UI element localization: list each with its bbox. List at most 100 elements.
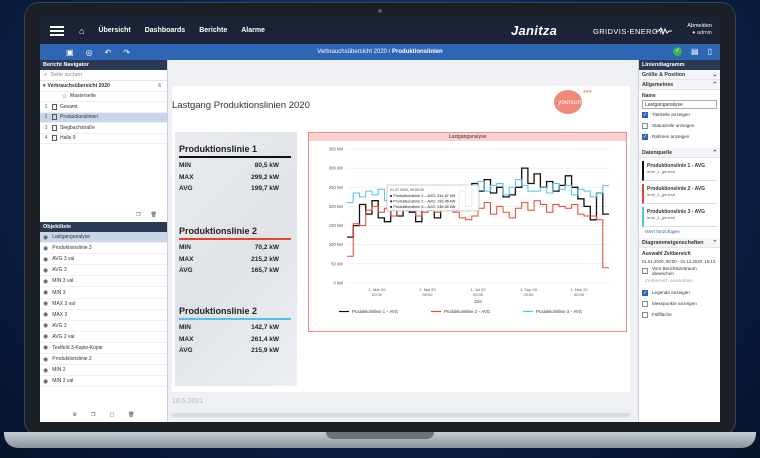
check-show-status[interactable]: Statuszeile anzeigen <box>639 120 720 131</box>
eye-icon[interactable]: ◉ <box>43 333 48 340</box>
object-item[interactable]: ◉ Produktionslinie 3 <box>40 243 167 255</box>
report-title[interactable]: Lastgang Produktionslinien 2020 <box>172 100 310 111</box>
delete-icon[interactable]: 🗑 <box>128 412 134 421</box>
company-logo[interactable]: yourcompany • • • <box>554 85 610 115</box>
line-1-stats[interactable]: Produktionslinie 1 MIN 80,5 kW MAX 299,2 k… <box>175 144 297 197</box>
legend-label: Produktionslinie 3 – AVG <box>536 309 582 314</box>
check-period-deviate[interactable]: Vom Berichtszeitraum abweichen <box>639 265 720 276</box>
eye-icon[interactable]: ◉ <box>43 278 48 285</box>
add-value-link[interactable]: Wert hinzufügen <box>639 227 720 238</box>
copy-icon[interactable]: ❐ <box>91 412 95 421</box>
eye-icon[interactable]: ◉ <box>43 256 48 263</box>
settings-icon[interactable]: ⚙ <box>72 412 76 421</box>
tree-item-production-lines[interactable]: 2 Produktionslinien <box>40 112 167 123</box>
duplicate-icon[interactable]: ▢ <box>109 412 114 421</box>
export-icon[interactable]: ▤ <box>691 47 699 56</box>
checkbox[interactable] <box>642 311 648 318</box>
object-list-header: Objektliste <box>40 222 167 232</box>
nav-overview[interactable]: Übersicht <box>98 27 130 34</box>
eye-icon[interactable]: ◉ <box>43 245 48 252</box>
object-item[interactable]: ◉ MIN 3 val <box>40 276 167 288</box>
tree-item-master[interactable]: ✩ Masterseite <box>40 92 167 102</box>
section-diagram-props[interactable]: Diagrammeigenschaften ⌃ <box>639 238 720 248</box>
eye-icon[interactable]: ◉ <box>43 356 48 363</box>
eye-icon[interactable]: ◉ <box>43 300 48 307</box>
check-show-title[interactable]: ✓ Titelzeile anzeigen <box>639 109 720 120</box>
object-item[interactable]: ◉ AVG 2 val <box>40 332 167 343</box>
eye-icon[interactable]: ◉ <box>43 322 48 329</box>
page-search-input[interactable]: ⌕ Seite suchen <box>40 70 167 81</box>
logout-button[interactable]: Abmelden <box>687 23 712 30</box>
menu-icon[interactable] <box>50 25 64 36</box>
checkbox[interactable] <box>642 122 648 129</box>
chevron-down-icon[interactable]: ▾ <box>43 83 46 89</box>
stat-min: MIN 80,5 kW <box>179 162 279 169</box>
select-period-link[interactable]: Zeitbereich auswählen <box>639 276 720 287</box>
eye-icon[interactable]: ◉ <box>43 344 48 351</box>
datasource-item[interactable]: Produktionslinie 2 - AVG level_1_general <box>642 184 717 204</box>
object-item[interactable]: ◉ MAX 3 val <box>40 299 167 310</box>
chart-plot: 0 kW 50 kW 100 kW 150 kW 200 kW 250 kW 300 kW 3… <box>329 147 609 314</box>
home-icon[interactable]: ⌂ <box>79 26 84 36</box>
object-item[interactable]: ◉ Produktionslinie 2 <box>40 354 167 366</box>
check-legend[interactable]: ✓ Legende anzeigen <box>639 287 720 298</box>
eye-icon[interactable]: ◉ <box>43 378 48 385</box>
delete-page-icon[interactable]: 🗑 <box>151 212 157 220</box>
eye-icon[interactable]: ◉ <box>43 289 48 296</box>
tree-item-gesamt[interactable]: 1 Gesamt <box>40 102 167 113</box>
check-show-frame[interactable]: ✓ Rahmen anzeigen <box>639 131 720 142</box>
report-canvas[interactable]: Lastgang Produktionslinien 2020 yourcomp… <box>168 60 638 422</box>
nav-alarms[interactable]: Alarme <box>241 27 265 34</box>
object-list: ◉ Lastganganalyse ◉ Produktionslinie 3 ◉ AV… <box>40 232 167 388</box>
horizontal-scrollbar[interactable] <box>172 413 630 417</box>
properties-header: Liniendiagramm <box>639 60 720 70</box>
object-item[interactable]: ◉ MAX 3 <box>40 310 167 321</box>
nav-dashboards[interactable]: Dashboards <box>145 27 185 34</box>
line-3-stats[interactable]: Produktionslinie 2 MIN 142,7 kW MAX 261,4 … <box>175 306 297 359</box>
object-item[interactable]: ◉ MIN 2 val <box>40 376 167 388</box>
section-datasource[interactable]: Datenquelle ⌃ <box>639 148 720 158</box>
stat-min: MIN 142,7 kW <box>179 324 279 331</box>
name-field[interactable]: Lastganganalyse <box>642 100 717 109</box>
x-tick-label: 00:00 <box>422 292 433 297</box>
object-item[interactable]: ◉ Lastganganalyse <box>40 232 167 244</box>
section-size-position[interactable]: Größe & Position ⌄ <box>639 70 720 80</box>
copy-page-icon[interactable]: ❐ <box>136 212 140 220</box>
object-item[interactable]: ◉ AVG 3 <box>40 265 167 277</box>
check-points[interactable]: Messpunkte anzeigen <box>639 298 720 309</box>
object-item[interactable]: ◉ AVG 3 val <box>40 254 167 266</box>
eye-icon[interactable]: ◉ <box>43 311 48 318</box>
stat-max: MAX 261,4 kW <box>179 335 279 343</box>
object-item[interactable]: ◉ Textfeld 3-Kopie-Kopie <box>40 343 167 355</box>
y-tick-label: 0 kW <box>333 281 343 286</box>
nav-reports[interactable]: Berichte <box>199 27 227 34</box>
object-item[interactable]: ◉ AVG 2 <box>40 321 167 332</box>
tree-item-siegbach[interactable]: 3 Siegbachstraße <box>40 123 167 134</box>
eye-icon[interactable]: ◉ <box>43 234 48 241</box>
document-icon[interactable]: ▯ <box>708 47 712 56</box>
legend-label: Produktionslinie 1 – AVG <box>352 309 398 314</box>
confirm-icon[interactable]: ✓ <box>673 47 683 56</box>
load-profile-chart[interactable]: Lastganganalyse 0 kW 50 kW 100 kW 150 kW 200… <box>308 132 627 332</box>
checkbox[interactable]: ✓ <box>642 133 648 140</box>
datasource-item[interactable]: Produktionslinie 1 - AVG level_1_general <box>642 161 717 181</box>
current-page-title: Produktionslinien <box>392 49 443 55</box>
checkbox[interactable] <box>642 267 648 274</box>
page-icon <box>52 103 57 110</box>
checkbox[interactable] <box>642 300 648 307</box>
checkbox[interactable]: ✓ <box>642 289 648 296</box>
logout-block[interactable]: Abmelden ● admin <box>687 23 712 37</box>
line-2-stats[interactable]: Produktionslinie 2 MIN 70,2 kW MAX 215,2 k… <box>175 226 297 279</box>
x-tick-label: 00:00 <box>372 292 383 297</box>
datasource-item[interactable]: Produktionslinie 3 - AVG level_1_general <box>642 207 717 227</box>
checkbox[interactable]: ✓ <box>642 111 648 118</box>
object-item[interactable]: ◉ MIN 3 <box>40 287 167 299</box>
check-fill[interactable]: Füllfläche <box>639 309 720 320</box>
object-item[interactable]: ◉ MIN 2 <box>40 365 167 377</box>
eye-icon[interactable]: ◉ <box>43 367 48 374</box>
section-general[interactable]: Allgemeines ⌃ <box>639 80 720 90</box>
page-icon <box>52 135 57 142</box>
tree-root[interactable]: ▾ Verbrauchsübersicht 2020 6 <box>40 81 167 92</box>
eye-icon[interactable]: ◉ <box>43 267 48 274</box>
tree-item-hall9[interactable]: 4 Halle 9 <box>40 134 167 144</box>
